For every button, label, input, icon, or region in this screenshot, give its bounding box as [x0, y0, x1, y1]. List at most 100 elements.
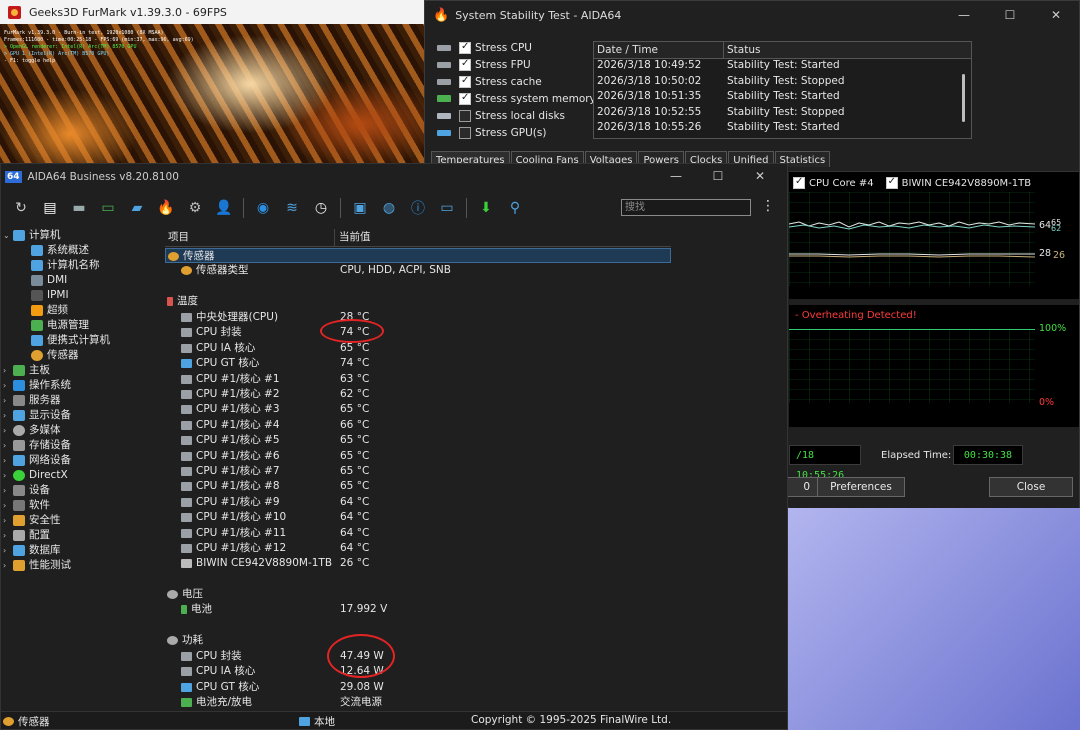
maximize-button[interactable]: ☐ [987, 1, 1033, 29]
expand-icon[interactable]: › [3, 483, 13, 498]
bios-update-icon[interactable]: ▣ [350, 198, 370, 218]
list-item[interactable]: CPU IA 核心 65 °C [165, 341, 671, 356]
tree-item-portable[interactable]: 便携式计算机 [31, 333, 110, 348]
scheduler-icon[interactable]: ◷ [311, 198, 331, 218]
column-item[interactable]: 项目 [165, 229, 335, 246]
list-item[interactable]: CPU 封装 74 °C [165, 325, 671, 340]
tree-item-devices[interactable]: › 设备 [3, 483, 50, 498]
close-window-button[interactable]: ✕ [739, 164, 781, 192]
stress-fpu-option[interactable]: Stress FPU [437, 56, 596, 73]
log-header-status[interactable]: Status [724, 42, 760, 58]
tree-item-directx[interactable]: › DirectX [3, 468, 68, 483]
expand-icon[interactable]: › [3, 543, 13, 558]
stress-gpu-option[interactable]: Stress GPU(s) [437, 124, 596, 141]
download-icon[interactable]: ⬇ [476, 198, 496, 218]
info-icon[interactable]: ⓘ [408, 198, 428, 218]
list-item[interactable]: CPU #1/核心 #3 65 °C [165, 402, 671, 417]
log-header-date[interactable]: Date / Time [594, 42, 724, 58]
section-voltage[interactable]: 电压 [165, 587, 671, 602]
stress-fpu-checkbox[interactable] [459, 58, 471, 71]
stress-memory-option[interactable]: Stress system memory [437, 90, 596, 107]
tree-item-security[interactable]: › 安全性 [3, 513, 61, 528]
log-row[interactable]: 2026/3/18 10:49:52 Stability Test: Starte… [594, 59, 971, 75]
list-item[interactable]: CPU #1/核心 #11 64 °C [165, 526, 671, 541]
expand-icon[interactable]: › [3, 558, 13, 573]
expand-icon[interactable]: › [3, 378, 13, 393]
expand-icon[interactable]: › [3, 498, 13, 513]
tree-item-benchmark[interactable]: › 性能测试 [3, 558, 71, 573]
list-item[interactable]: CPU #1/核心 #5 65 °C [165, 433, 671, 448]
list-item[interactable]: CPU #1/核心 #7 65 °C [165, 464, 671, 479]
list-item[interactable]: CPU GT 核心 29.08 W [165, 680, 671, 695]
expand-icon[interactable]: › [3, 453, 13, 468]
list-item[interactable]: CPU 封装 47.49 W [165, 649, 671, 664]
tree-item-computer[interactable]: ⌄ 计算机 [3, 228, 61, 243]
tree-item-config[interactable]: › 配置 [3, 528, 50, 543]
stress-disks-option[interactable]: Stress local disks [437, 107, 596, 124]
tree-item-power[interactable]: 电源管理 [31, 318, 89, 333]
user-icon[interactable]: 👤 [214, 198, 234, 218]
legend-cpu-core4-checkbox[interactable] [793, 176, 805, 189]
aida-shield-icon[interactable]: ◉ [253, 198, 273, 218]
maximize-button[interactable]: ☐ [697, 164, 739, 192]
stress-memory-checkbox[interactable] [459, 92, 471, 105]
close-button[interactable]: Close [989, 477, 1073, 497]
stress-cpu-checkbox[interactable] [459, 41, 471, 54]
expand-icon[interactable]: › [3, 528, 13, 543]
log-row[interactable]: 2026/3/18 10:55:26 Stability Test: Starte… [594, 121, 971, 137]
tree-item-multimedia[interactable]: › 多媒体 [3, 423, 61, 438]
tree-item-database[interactable]: › 数据库 [3, 543, 61, 558]
list-item[interactable]: CPU #1/核心 #12 64 °C [165, 541, 671, 556]
furmark-titlebar[interactable]: Geeks3D FurMark v1.39.3.0 - 69FPS [0, 0, 426, 24]
tree-item-software[interactable]: › 软件 [3, 498, 50, 513]
list-item[interactable]: CPU GT 核心 74 °C [165, 356, 671, 371]
stress-cpu-option[interactable]: Stress CPU [437, 39, 596, 56]
expand-icon[interactable]: › [3, 408, 13, 423]
log-row[interactable]: 2026/3/18 10:52:55 Stability Test: Stoppe… [594, 106, 971, 122]
list-item[interactable]: 电池 17.992 V [165, 602, 671, 617]
log-row[interactable]: 2026/3/18 10:50:02 Stability Test: Stoppe… [594, 75, 971, 91]
monitor-icon[interactable]: ▭ [437, 198, 457, 218]
log-row[interactable]: 2026/3/18 10:51:35 Stability Test: Starte… [594, 90, 971, 106]
expand-icon[interactable]: › [3, 363, 13, 378]
stress-cache-option[interactable]: Stress cache [437, 73, 596, 90]
tree-item-summary[interactable]: 系统概述 [31, 243, 89, 258]
tree-item-os[interactable]: › 操作系统 [3, 378, 71, 393]
section-temperature[interactable]: 温度 [165, 294, 671, 309]
tree-item-ipmi[interactable]: IPMI [31, 288, 69, 303]
list-item[interactable]: BIWIN CE942V8890M-1TB 26 °C [165, 556, 671, 571]
log-scrollbar[interactable] [962, 74, 965, 122]
refresh-icon[interactable]: ↻ [11, 198, 31, 218]
stability-test-icon[interactable]: ⚙ [185, 198, 205, 218]
list-item[interactable]: CPU #1/核心 #8 65 °C [165, 479, 671, 494]
database-icon[interactable]: ≋ [282, 198, 302, 218]
list-item[interactable]: CPU #1/核心 #2 62 °C [165, 387, 671, 402]
memory-icon[interactable]: ▭ [98, 198, 118, 218]
minimize-button[interactable]: — [655, 164, 697, 192]
list-item[interactable]: CPU #1/核心 #6 65 °C [165, 449, 671, 464]
stability-log-table[interactable]: Date / Time Status 2026/3/18 10:49:52 Sta… [593, 41, 972, 139]
network-audit-icon[interactable]: ▰ [127, 198, 147, 218]
close-window-button[interactable]: ✕ [1033, 1, 1079, 29]
section-sensor[interactable]: 传感器 [165, 248, 671, 263]
tree-item-dmi[interactable]: DMI [31, 273, 67, 288]
stress-disks-checkbox[interactable] [459, 109, 471, 122]
list-item[interactable]: CPU #1/核心 #10 64 °C [165, 510, 671, 525]
globe-icon[interactable]: ◍ [379, 198, 399, 218]
expand-icon[interactable]: › [3, 393, 13, 408]
minimize-button[interactable]: — [941, 1, 987, 29]
tree-item-network[interactable]: › 网络设备 [3, 453, 71, 468]
expand-icon[interactable]: › [3, 438, 13, 453]
legend-biwin-checkbox[interactable] [885, 176, 898, 189]
list-item[interactable]: CPU #1/核心 #1 63 °C [165, 372, 671, 387]
expand-icon[interactable]: › [3, 513, 13, 528]
tree-item-storage[interactable]: › 存储设备 [3, 438, 71, 453]
list-item[interactable]: CPU #1/核心 #9 64 °C [165, 495, 671, 510]
list-item[interactable]: 中央处理器(CPU) 28 °C [165, 310, 671, 325]
search-icon[interactable]: ⚲ [505, 198, 525, 218]
motherboard-icon[interactable]: ▬ [69, 198, 89, 218]
stress-gpu-checkbox[interactable] [459, 126, 471, 139]
more-menu-icon[interactable]: ⋮ [761, 198, 775, 214]
expand-icon[interactable]: › [3, 468, 13, 483]
tree-item-server[interactable]: › 服务器 [3, 393, 61, 408]
